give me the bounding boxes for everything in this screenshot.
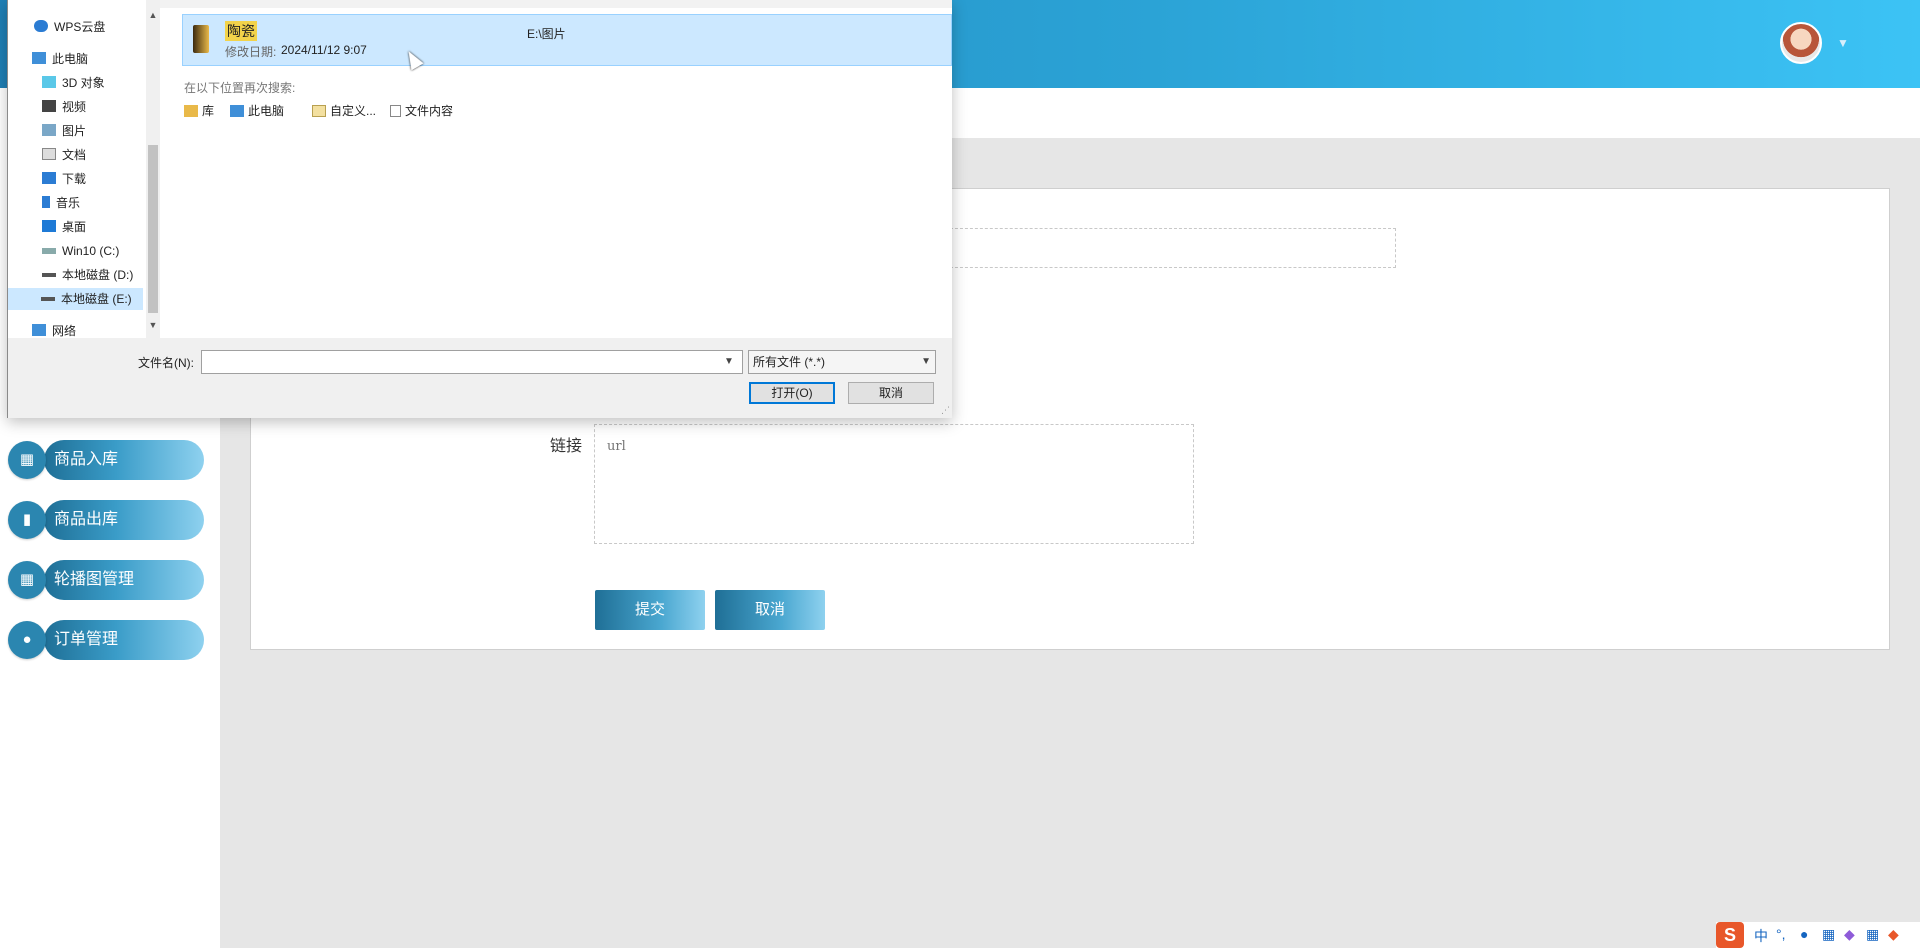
microphone-icon[interactable]: ●	[1800, 926, 1808, 942]
search-loc-library[interactable]: 库	[184, 102, 214, 119]
drive-icon	[42, 248, 56, 254]
file-type-value: 所有文件 (*.*)	[753, 355, 826, 369]
computer-icon	[32, 52, 46, 64]
search-loc-custom[interactable]: 自定义...	[312, 102, 376, 119]
nav-scrollbar[interactable]: ▲ ▼	[146, 0, 160, 338]
nav-item-videos[interactable]: 视频	[42, 96, 86, 118]
sidebar-item-stock-in[interactable]: 商品入库 ▦	[8, 440, 204, 480]
scrollbar-thumb[interactable]	[148, 145, 158, 313]
nav-item-documents[interactable]: 文档	[42, 144, 86, 166]
nav-item-drive-e[interactable]: 本地磁盘 (E:)	[8, 288, 143, 310]
bar-chart-icon: ▮	[8, 501, 46, 539]
sidebar-item-label: 商品入库	[54, 451, 119, 468]
cube-icon	[42, 76, 56, 88]
submit-button[interactable]: 提交	[595, 590, 705, 630]
sogou-ime-icon[interactable]: S	[1716, 922, 1744, 948]
ime-toolbar: S 中 °, ● ▦ ◆ ▦ ◆	[1716, 922, 1920, 948]
sidebar-item-label: 轮播图管理	[54, 571, 135, 588]
url-input[interactable]	[594, 424, 1194, 544]
nav-item-drive-d[interactable]: 本地磁盘 (D:)	[42, 264, 133, 286]
music-icon	[42, 196, 50, 208]
result-date: 2024/11/12 9:07	[281, 43, 367, 57]
document-icon	[42, 148, 56, 160]
toolbox-icon[interactable]: ▦	[1866, 926, 1879, 943]
result-name: 陶瓷	[225, 21, 257, 41]
video-icon	[42, 100, 56, 112]
chevron-down-icon: ▼	[921, 356, 931, 367]
folder-icon	[193, 25, 209, 53]
search-result-row[interactable]: 陶瓷 修改日期: 2024/11/12 9:07 E:\图片	[182, 14, 952, 66]
navigation-pane: WPS云盘 此电脑 3D 对象 视频 图片 文档 下载 音乐 桌面 Win10 …	[8, 0, 160, 338]
library-icon	[184, 105, 198, 117]
date-label: 修改日期:	[225, 45, 277, 59]
desktop-icon	[42, 220, 56, 232]
grid-icon: ▦	[8, 441, 46, 479]
link-label: 链接	[550, 438, 583, 455]
search-loc-file-contents[interactable]: 文件内容	[390, 102, 453, 119]
filename-input[interactable]	[201, 350, 743, 374]
resize-grip-icon[interactable]: ⋰	[941, 405, 950, 416]
document-icon	[390, 105, 401, 117]
chevron-up-icon[interactable]: ▲	[147, 10, 159, 20]
dialog-cancel-button[interactable]: 取消	[848, 382, 934, 404]
nav-item-3d-objects[interactable]: 3D 对象	[42, 72, 105, 94]
skin-icon[interactable]: ◆	[1844, 926, 1855, 943]
nav-item-downloads[interactable]: 下载	[42, 168, 86, 190]
network-icon	[32, 324, 46, 336]
picture-icon	[42, 124, 56, 136]
sidebar-item-stock-out[interactable]: 商品出库 ▮	[8, 500, 204, 540]
nav-item-pictures[interactable]: 图片	[42, 120, 86, 142]
chevron-down-icon[interactable]: ▼	[147, 320, 159, 330]
file-open-dialog: WPS云盘 此电脑 3D 对象 视频 图片 文档 下载 音乐 桌面 Win10 …	[7, 0, 952, 418]
nav-item-desktop[interactable]: 桌面	[42, 216, 86, 238]
search-again-label: 在以下位置再次搜索:	[184, 81, 296, 95]
grid-icon: ▦	[8, 561, 46, 599]
keyboard-icon[interactable]: ▦	[1822, 926, 1835, 943]
ime-mode-toggle[interactable]: 中	[1754, 926, 1768, 946]
nav-item-drive-c[interactable]: Win10 (C:)	[42, 240, 119, 262]
drive-icon	[41, 297, 55, 301]
sidebar-item-label: 商品出库	[54, 511, 119, 528]
user-avatar[interactable]	[1780, 22, 1822, 64]
chevron-down-icon[interactable]: ▼	[724, 356, 734, 367]
sidebar-item-carousel[interactable]: 轮播图管理 ▦	[8, 560, 204, 600]
sidebar-item-label: 订单管理	[54, 631, 119, 648]
bulb-icon: ●	[8, 621, 46, 659]
computer-icon	[230, 105, 244, 117]
open-button[interactable]: 打开(O)	[749, 382, 835, 404]
download-icon	[42, 172, 56, 184]
more-icon[interactable]: ◆	[1888, 926, 1899, 943]
sidebar-item-orders[interactable]: 订单管理 ●	[8, 620, 204, 660]
file-list: 陶瓷 修改日期: 2024/11/12 9:07 E:\图片 在以下位置再次搜索…	[160, 0, 952, 338]
nav-item-this-pc[interactable]: 此电脑	[32, 48, 88, 70]
nav-item-wps-cloud[interactable]: WPS云盘	[34, 16, 105, 38]
cancel-button[interactable]: 取消	[715, 590, 825, 630]
file-type-select[interactable]: 所有文件 (*.*) ▼	[748, 350, 936, 374]
cloud-icon	[34, 20, 48, 32]
search-loc-this-pc[interactable]: 此电脑	[230, 102, 284, 119]
nav-item-music[interactable]: 音乐	[42, 192, 80, 214]
filename-label: 文件名(N):	[138, 356, 194, 370]
punctuation-toggle[interactable]: °,	[1776, 926, 1786, 942]
result-path: E:\图片	[527, 27, 566, 41]
dialog-footer: 文件名(N): ▼ 所有文件 (*.*) ▼ 打开(O) 取消 ⋰	[8, 338, 952, 418]
folder-search-icon	[312, 105, 326, 117]
drive-icon	[42, 273, 56, 277]
text-input[interactable]	[950, 228, 1396, 268]
chevron-down-icon[interactable]: ▼	[1837, 36, 1849, 50]
